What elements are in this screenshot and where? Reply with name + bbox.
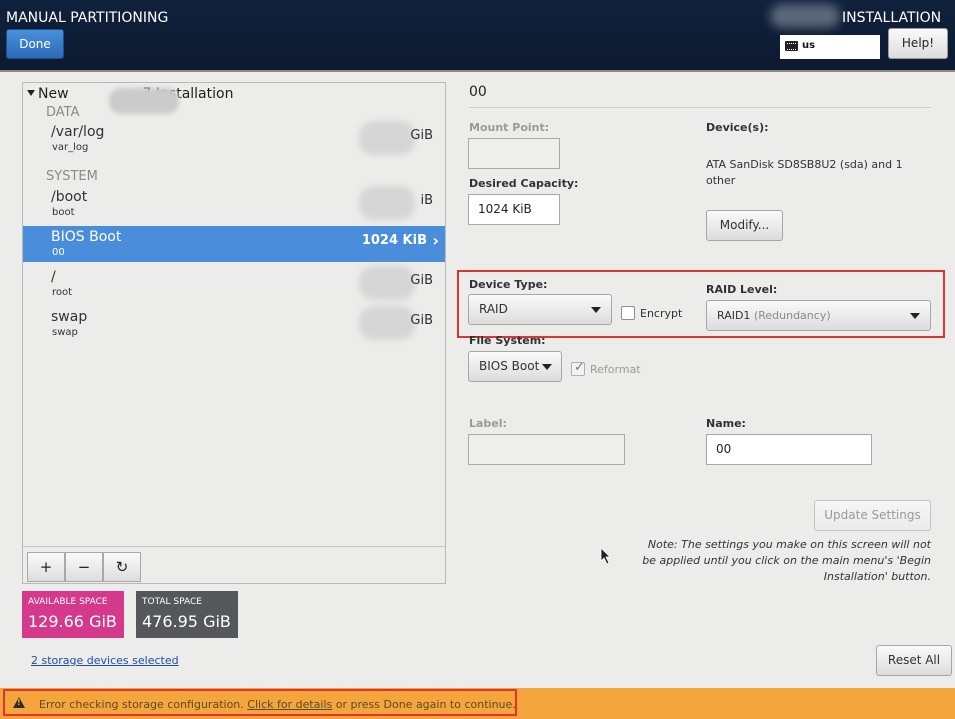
product-name-redacted (770, 4, 840, 28)
partition-size: GiB (410, 273, 433, 288)
dropdown-arrow-icon (542, 364, 552, 370)
warning-icon (13, 697, 25, 708)
mouse-cursor-icon (600, 547, 611, 565)
partition-size: iB (420, 193, 433, 208)
modify-button[interactable]: Modify... (706, 210, 783, 241)
mount-point-field[interactable] (468, 138, 560, 169)
partition-item-swap[interactable]: swap swap GiB (23, 306, 445, 342)
keyboard-layout-label: us (802, 40, 816, 51)
reformat-checkbox[interactable]: ✓ (571, 360, 585, 376)
partition-device: var_log (52, 142, 89, 153)
group-label-system: SYSTEM (46, 169, 98, 184)
error-message: Error checking storage configuration. Cl… (39, 698, 516, 711)
checkmark-icon: ✓ (574, 360, 585, 375)
partition-device: swap (52, 327, 78, 338)
error-highlight: Error checking storage configuration. Cl… (3, 689, 517, 716)
total-space-label: TOTAL SPACE (142, 597, 202, 607)
raid-level-dropdown[interactable]: RAID1 (Redundancy) (706, 300, 931, 331)
storage-devices-link[interactable]: 2 storage devices selected (31, 654, 179, 667)
dropdown-arrow-icon (910, 313, 920, 319)
partition-name: BIOS Boot (51, 229, 122, 245)
encrypt-label: Encrypt (640, 307, 683, 320)
available-space-label: AVAILABLE SPACE (28, 597, 108, 607)
raid-level-label: RAID Level: (706, 283, 778, 296)
raid-level-hint: (Redundancy) (753, 309, 831, 322)
partition-device: 00 (52, 247, 65, 258)
file-system-dropdown[interactable]: BIOS Boot (468, 351, 562, 382)
error-text-before: Error checking storage configuration. (39, 698, 244, 711)
partition-item-var-log[interactable]: /var/log var_log GiB (23, 121, 445, 157)
partition-size: GiB (410, 128, 433, 143)
available-space-value: 129.66 GiB (28, 612, 117, 631)
label-field[interactable] (468, 434, 625, 465)
divider (469, 107, 931, 108)
done-button[interactable]: Done (6, 29, 64, 59)
chevron-right-icon: › (432, 231, 439, 250)
partition-toolbar: + − ↻ (23, 546, 445, 583)
reformat-label: Reformat (590, 363, 641, 376)
partition-size: 1024 KiB (361, 233, 427, 248)
size-redacted (359, 186, 415, 220)
raid-level-value: RAID1 (717, 309, 751, 322)
name-label: Name: (706, 417, 746, 430)
encrypt-checkbox[interactable] (621, 306, 635, 320)
partition-list-panel: New 7 Installation DATA /var/log var_log … (22, 82, 446, 584)
expander-triangle-icon[interactable] (27, 90, 35, 96)
file-system-label: File System: (469, 334, 546, 347)
selected-partition-title: 00 (469, 84, 487, 100)
partition-name: /var/log (51, 124, 105, 140)
partition-name: /boot (51, 189, 88, 205)
size-redacted (359, 306, 415, 340)
settings-note: Note: The settings you make on this scre… (642, 538, 931, 583)
partition-item-root[interactable]: / root GiB (23, 266, 445, 302)
label-label: Label: (469, 417, 507, 430)
partition-item-bios-boot[interactable]: BIOS Boot 00 1024 KiB › (23, 226, 445, 262)
size-redacted (359, 121, 415, 155)
partition-device: boot (52, 207, 75, 218)
error-text-after: or press Done again to continue. (335, 698, 516, 711)
total-space-box: TOTAL SPACE 476.95 GiB (136, 591, 238, 638)
group-label-data: DATA (46, 105, 80, 120)
remove-partition-button[interactable]: − (65, 552, 103, 582)
available-space-box: AVAILABLE SPACE 129.66 GiB (22, 591, 124, 638)
devices-value: ATA SanDisk SD8SB8U2 (sda) and 1 other (706, 158, 903, 187)
dropdown-arrow-icon (591, 307, 601, 313)
name-field[interactable]: 00 (706, 434, 872, 465)
refresh-button[interactable]: ↻ (103, 552, 141, 582)
tree-root-label-prefix: New (38, 86, 69, 102)
error-bar: Error checking storage configuration. Cl… (0, 688, 955, 719)
size-redacted (359, 266, 415, 300)
mount-point-label: Mount Point: (469, 121, 550, 134)
product-name-redacted (108, 88, 179, 114)
error-details-link[interactable]: Click for details (247, 698, 332, 711)
installation-tree-root[interactable]: New 7 Installation (27, 86, 233, 114)
keyboard-layout-indicator[interactable]: us (780, 35, 880, 59)
header-bar: MANUAL PARTITIONING Done INSTALLATION us… (0, 0, 955, 72)
partition-size: GiB (410, 313, 433, 328)
installation-title: INSTALLATION (842, 10, 941, 26)
desired-capacity-label: Desired Capacity: (469, 177, 579, 190)
partition-name: / (51, 269, 56, 285)
update-settings-button[interactable]: Update Settings (814, 500, 931, 531)
help-button[interactable]: Help! (888, 28, 948, 59)
installation-label: INSTALLATION (842, 10, 942, 26)
device-type-value: RAID (479, 302, 508, 316)
reset-all-button[interactable]: Reset All (876, 645, 952, 676)
partition-name: swap (51, 309, 88, 325)
page-title: MANUAL PARTITIONING (6, 10, 169, 26)
partition-item-boot[interactable]: /boot boot iB (23, 186, 445, 222)
add-partition-button[interactable]: + (27, 552, 65, 582)
devices-label: Device(s): (706, 121, 769, 134)
total-space-value: 476.95 GiB (142, 612, 231, 631)
keyboard-icon (785, 41, 798, 51)
device-type-dropdown[interactable]: RAID (468, 294, 612, 325)
device-type-label: Device Type: (469, 278, 548, 291)
desired-capacity-field[interactable]: 1024 KiB (468, 194, 560, 225)
file-system-value: BIOS Boot (479, 359, 540, 373)
partition-device: root (52, 287, 73, 298)
